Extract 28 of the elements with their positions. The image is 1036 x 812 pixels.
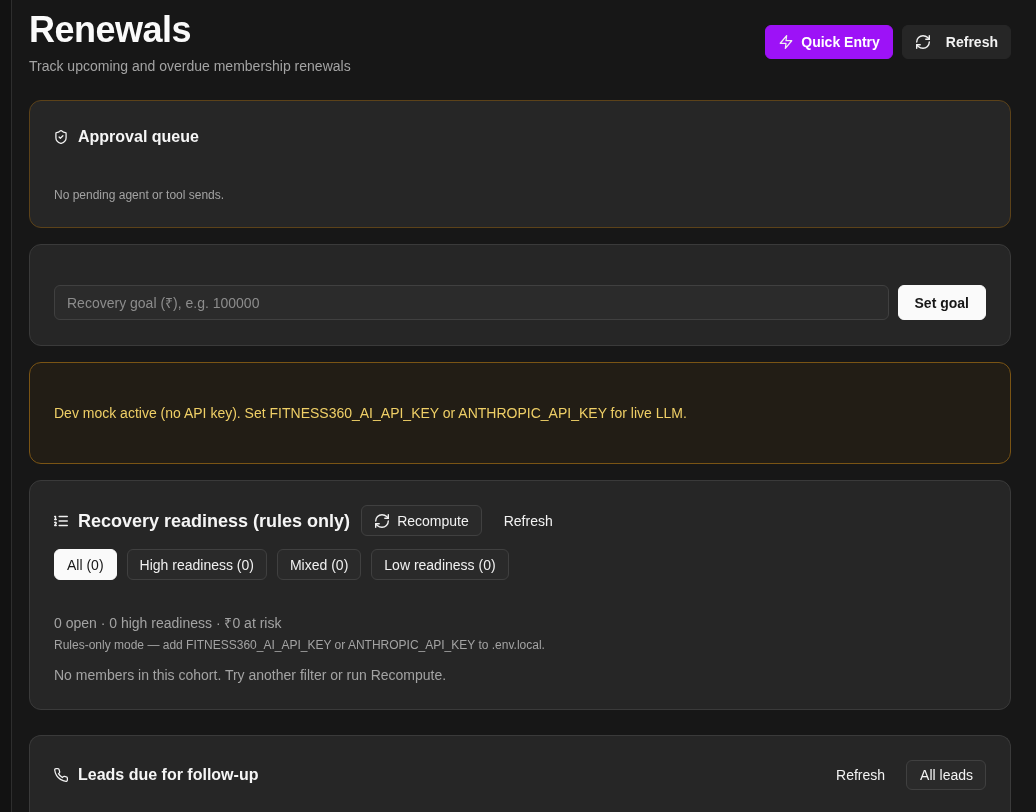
refresh-icon xyxy=(375,513,390,528)
warning-message: Dev mock active (no API key). Set FITNESS360_AI_API_KEY or ANTHROPIC_API_KEY for live LLM. xyxy=(54,404,687,423)
page-subtitle: Track upcoming and overdue membership renewals xyxy=(29,57,351,76)
filter-tab[interactable]: Low readiness (0) xyxy=(371,549,509,580)
lightning-bolt-icon xyxy=(779,35,794,49)
refresh-button[interactable]: Refresh xyxy=(823,760,899,790)
set-goal-button[interactable]: Set goal xyxy=(897,285,986,320)
filter-tab[interactable]: All (0) xyxy=(54,549,117,580)
mode-note: Rules-only mode — add FITNESS360_AI_API_KEY or ANTHROPIC_API_KEY to .env.local. xyxy=(54,637,545,653)
shield-check-icon xyxy=(54,130,68,144)
card-title: Approval queue xyxy=(78,127,199,147)
empty-message: No members in this cohort. Try another filter or run Recompute. xyxy=(54,666,447,685)
page-title: Renewals xyxy=(29,10,192,50)
refresh-button[interactable]: Refresh xyxy=(491,505,565,536)
filter-tab[interactable]: High readiness (0) xyxy=(126,549,267,580)
all-leads-button[interactable]: All leads xyxy=(906,760,986,790)
summary-text: 0 open · 0 high readiness · ₹0 at risk xyxy=(54,614,282,633)
card-title: Leads due for follow-up xyxy=(78,765,259,785)
recompute-button[interactable]: Recompute xyxy=(361,505,482,536)
filter-tab[interactable]: Mixed (0) xyxy=(276,549,362,580)
card-title: Recovery readiness (rules only) xyxy=(78,509,351,533)
refresh-icon xyxy=(915,35,930,49)
phone-icon xyxy=(54,768,68,782)
quick-entry-button[interactable]: Quick Entry xyxy=(765,25,893,59)
numbered-list-icon xyxy=(54,513,68,528)
recovery-goal-field[interactable]: Recovery goal (₹), e.g. 100000 xyxy=(54,285,889,320)
refresh-button[interactable]: Refresh xyxy=(901,25,1011,59)
empty-message: No pending agent or tool sends. xyxy=(54,187,225,203)
